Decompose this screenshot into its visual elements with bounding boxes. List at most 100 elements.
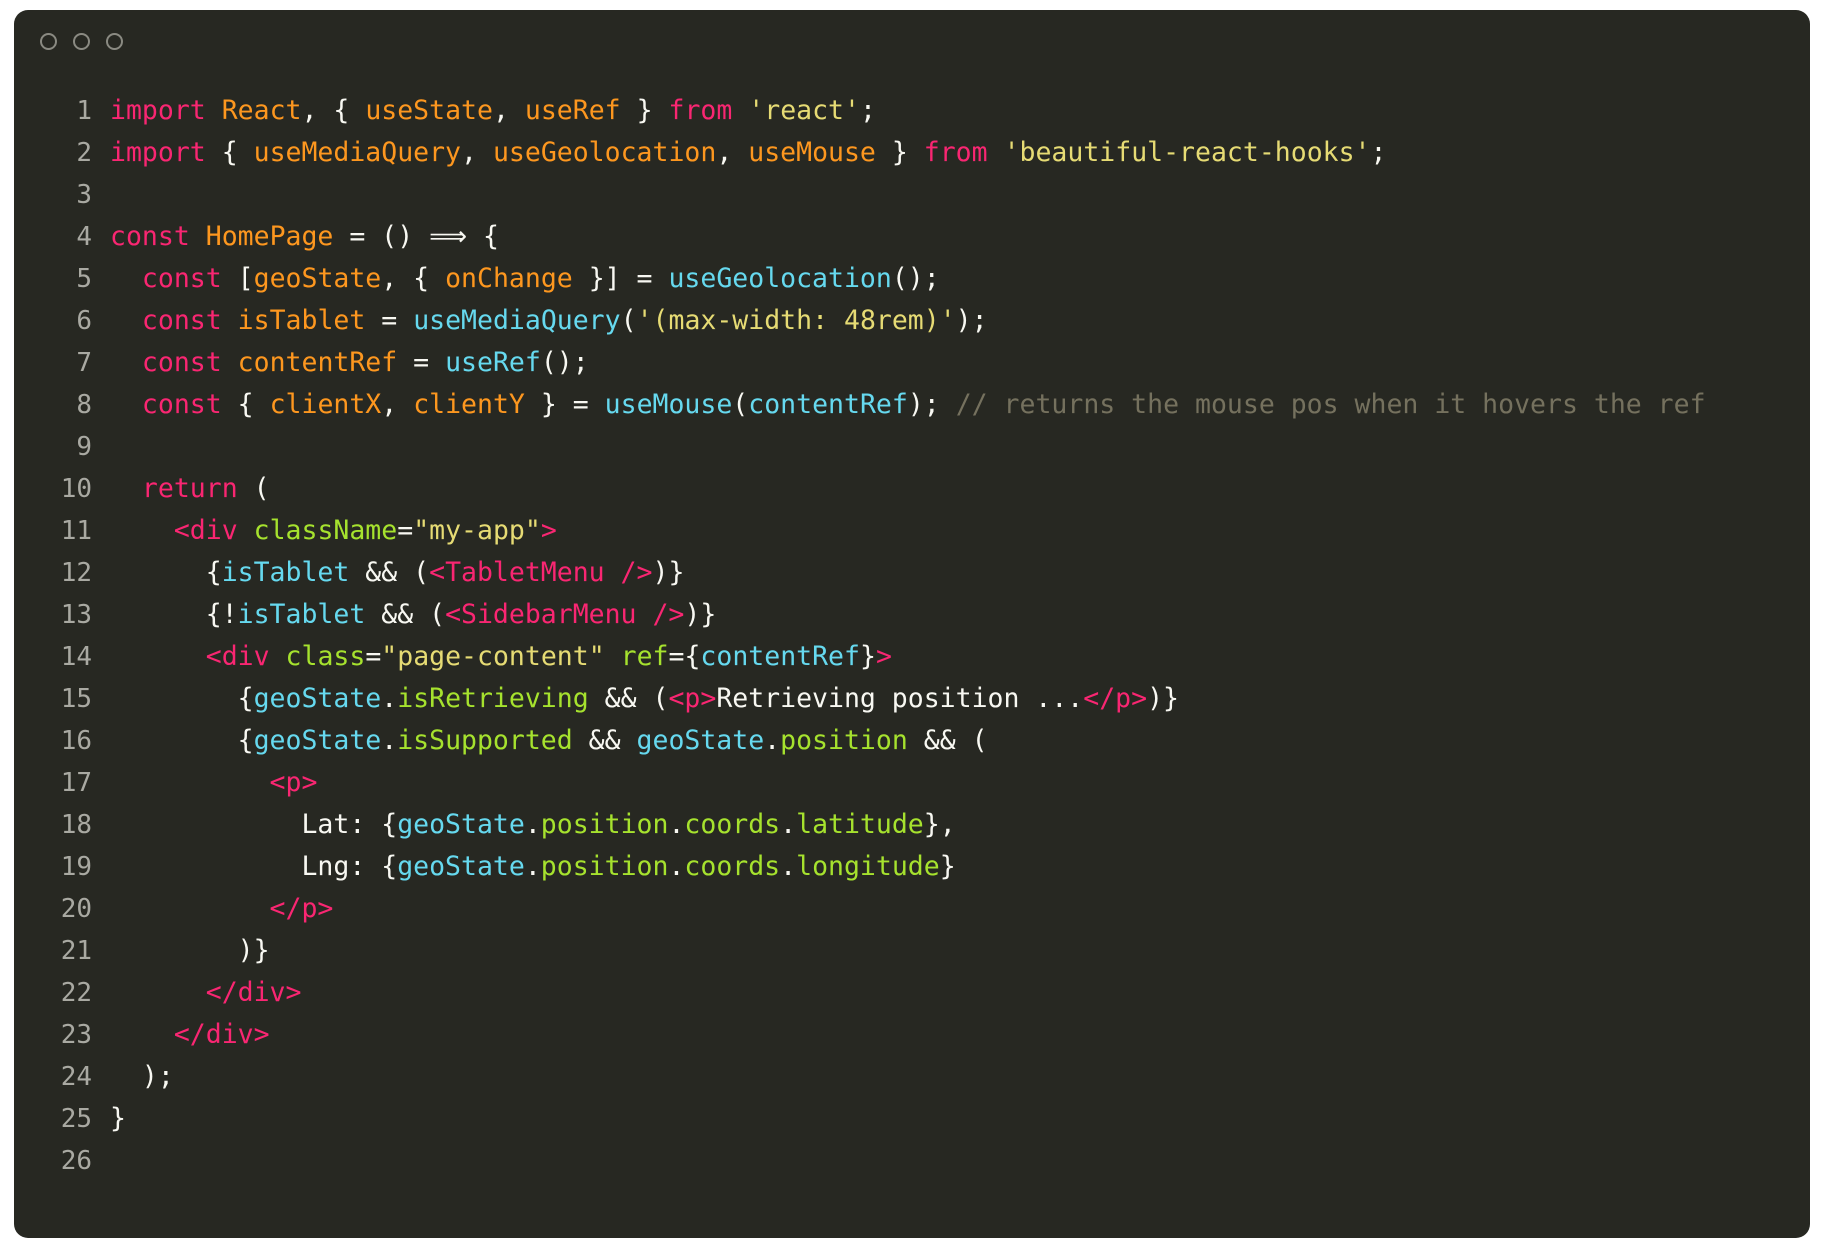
code-line[interactable]: 13 {!isTablet && (<SidebarMenu />)} <box>30 594 1810 636</box>
code-token: && ( <box>588 683 669 714</box>
code-line-content: <p> <box>110 762 318 804</box>
code-token: contentRef <box>748 389 908 420</box>
code-token: <div <box>205 641 270 672</box>
code-line[interactable]: 20 </p> <box>30 888 1810 930</box>
code-token: // returns the mouse pos when it hovers … <box>955 389 1706 420</box>
code-line[interactable]: 23 </div> <box>30 1014 1810 1056</box>
code-line[interactable]: 1 import React, { useState, useRef } from… <box>30 90 1810 132</box>
code-token: position <box>540 809 669 840</box>
code-line[interactable]: 8 const { clientX, clientY } = useMouse(… <box>30 384 1810 426</box>
line-number: 16 <box>60 726 92 756</box>
code-token: isRetrieving <box>397 683 589 714</box>
code-token: const <box>141 263 222 294</box>
code-line[interactable]: 7 const contentRef = useRef(); <box>30 342 1810 384</box>
code-token: }, <box>923 809 956 840</box>
code-token: 'beautiful-react-hooks' <box>1003 137 1371 168</box>
code-token: geoState <box>253 725 382 756</box>
code-line-content: </div> <box>110 972 302 1014</box>
code-line-content: </p> <box>110 888 334 930</box>
code-token: coords <box>684 809 781 840</box>
code-token: , <box>381 389 414 420</box>
code-token: , { <box>381 263 446 294</box>
line-number: 14 <box>60 642 92 672</box>
code-token: }] = <box>572 263 669 294</box>
code-line[interactable]: 14 <div class="page-content" ref={conten… <box>30 636 1810 678</box>
code-token: , <box>716 137 749 168</box>
line-number: 3 <box>76 180 92 210</box>
code-token: . <box>780 809 797 840</box>
code-line[interactable]: 26 <box>30 1140 1810 1182</box>
code-line-content: </div> <box>110 1014 270 1056</box>
code-line[interactable]: 25} <box>30 1098 1810 1140</box>
code-line[interactable]: 16 {geoState.isSupported && geoState.pos… <box>30 720 1810 762</box>
code-token: } <box>859 641 876 672</box>
code-token: ); <box>907 389 956 420</box>
code-token: </div> <box>173 1019 270 1050</box>
minimize-button[interactable] <box>73 32 90 50</box>
code-token: </div> <box>205 977 302 1008</box>
code-token: = <box>397 347 446 378</box>
code-line[interactable]: 18 Lat: {geoState.position.coords.latitu… <box>30 804 1810 846</box>
code-line[interactable]: 6 const isTablet = useMediaQuery('(max-w… <box>30 300 1810 342</box>
code-token: clientY <box>413 389 525 420</box>
code-token: , <box>461 137 493 168</box>
code-token: && ( <box>365 599 446 630</box>
code-editor[interactable]: 1 import React, { useState, useRef } from… <box>14 72 1810 1182</box>
code-token: . <box>381 683 398 714</box>
code-token: . <box>524 851 541 882</box>
code-line-content: const isTablet = useMediaQuery('(max-wid… <box>110 300 988 342</box>
code-line[interactable]: 9 <box>30 426 1810 468</box>
code-line-content: const [geoState, { onChange }] = useGeol… <box>110 258 940 300</box>
code-token: )} <box>1147 683 1180 714</box>
code-token: const <box>110 221 190 252</box>
code-token: . <box>764 725 781 756</box>
code-token: const <box>141 305 222 336</box>
code-token: useRef <box>445 347 541 378</box>
code-line[interactable]: 21 )} <box>30 930 1810 972</box>
code-line[interactable]: 2 import { useMediaQuery, useGeolocation,… <box>30 132 1810 174</box>
code-token: geoState <box>397 809 525 840</box>
code-token: onChange <box>445 263 573 294</box>
code-token: (); <box>540 347 589 378</box>
code-token: ( <box>237 473 270 504</box>
code-token: import <box>110 95 206 126</box>
code-token: ref <box>620 641 669 672</box>
code-token: position <box>540 851 669 882</box>
code-line-content: <div class="page-content" ref={contentRe… <box>110 636 892 678</box>
code-token: useMouse <box>604 389 733 420</box>
code-line[interactable]: 3 <box>30 174 1810 216</box>
code-token: && ( <box>349 557 430 588</box>
code-line-content: ); <box>110 1056 174 1098</box>
line-number: 19 <box>60 852 92 882</box>
code-line[interactable]: 12 {isTablet && (<TabletMenu />)} <box>30 552 1810 594</box>
code-line[interactable]: 5 const [geoState, { onChange }] = useGe… <box>30 258 1810 300</box>
code-token: useState <box>365 95 493 126</box>
code-token: <SidebarMenu /> <box>445 599 685 630</box>
maximize-button[interactable] <box>106 32 123 50</box>
code-token: . <box>668 809 685 840</box>
code-line[interactable]: 4 const HomePage = () ⟹ { <box>30 216 1810 258</box>
line-number: 25 <box>60 1104 92 1134</box>
code-line[interactable]: 11 <div className="my-app"> <box>30 510 1810 552</box>
code-line[interactable]: 10 return ( <box>30 468 1810 510</box>
code-token: import <box>110 137 206 168</box>
code-line[interactable]: 19 Lng: {geoState.position.coords.longit… <box>30 846 1810 888</box>
code-token: const <box>141 389 222 420</box>
code-line[interactable]: 15 {geoState.isRetrieving && (<p>Retriev… <box>30 678 1810 720</box>
code-line-content: {geoState.isRetrieving && (<p>Retrieving… <box>110 678 1179 720</box>
close-button[interactable] <box>40 32 57 50</box>
code-token: { <box>110 557 222 588</box>
code-line[interactable]: 24 ); <box>30 1056 1810 1098</box>
code-line[interactable]: 22 </div> <box>30 972 1810 1014</box>
code-line[interactable]: 17 <p> <box>30 762 1810 804</box>
line-number: 26 <box>60 1146 92 1176</box>
